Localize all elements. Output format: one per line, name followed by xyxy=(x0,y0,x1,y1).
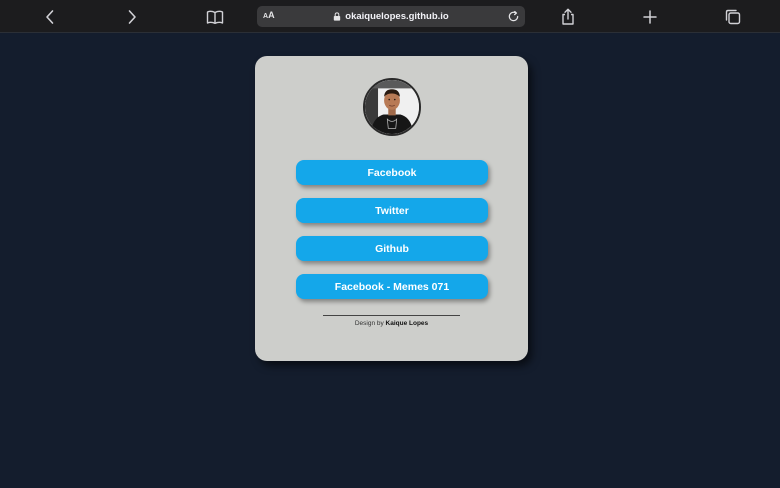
share-button[interactable] xyxy=(557,6,579,28)
address-bar[interactable]: AA okaiquelopes.github.io xyxy=(257,6,525,27)
share-icon xyxy=(562,8,574,25)
back-button[interactable] xyxy=(39,6,61,28)
design-credit: Design by Kaique Lopes xyxy=(255,320,528,327)
url-text: okaiquelopes.github.io xyxy=(345,11,449,22)
reload-icon xyxy=(508,10,519,22)
text-size-button[interactable]: AA xyxy=(263,10,275,20)
reload-button[interactable] xyxy=(506,9,521,24)
tabs-icon xyxy=(725,9,741,25)
tabs-overview-button[interactable] xyxy=(722,6,744,28)
avatar-photo xyxy=(365,80,419,134)
chevron-right-icon xyxy=(128,10,136,24)
credit-prefix: Design by xyxy=(354,320,384,327)
plus-icon xyxy=(643,10,657,24)
new-tab-button[interactable] xyxy=(639,6,661,28)
avatar xyxy=(363,78,421,136)
text-size-large-label: A xyxy=(268,10,275,20)
github-link-button[interactable]: Github xyxy=(296,236,488,261)
bookmarks-button[interactable] xyxy=(204,6,226,28)
link-card: Facebook Twitter Github Facebook - Memes… xyxy=(255,56,528,361)
facebook-link-button[interactable]: Facebook xyxy=(296,160,488,185)
credit-author: Kaique Lopes xyxy=(385,320,429,327)
chevron-left-icon xyxy=(46,10,54,24)
lock-icon xyxy=(333,12,341,21)
facebook-memes-link-button[interactable]: Facebook - Memes 071 xyxy=(296,274,488,299)
book-icon xyxy=(206,10,224,24)
footer-divider xyxy=(323,315,460,316)
browser-toolbar: AA okaiquelopes.github.io xyxy=(0,0,780,33)
forward-button[interactable] xyxy=(121,6,143,28)
twitter-link-button[interactable]: Twitter xyxy=(296,198,488,223)
